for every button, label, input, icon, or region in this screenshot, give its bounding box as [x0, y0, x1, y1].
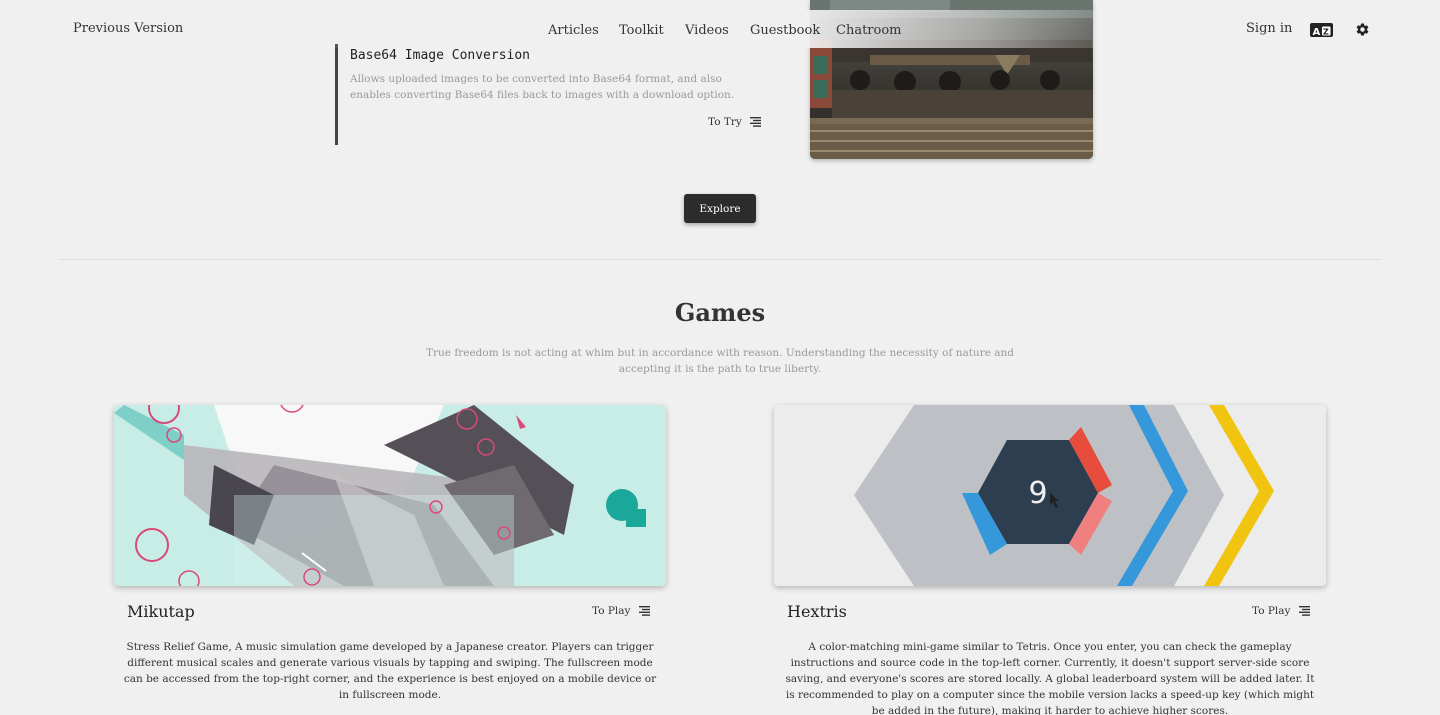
- hextris-image: 9: [774, 405, 1326, 586]
- gear-icon[interactable]: [1355, 22, 1370, 37]
- hextris-description: A color-matching mini-game similar to Te…: [785, 641, 1315, 715]
- hextris-play-button[interactable]: To Play: [1252, 605, 1310, 617]
- to-try-button[interactable]: To Try: [708, 116, 762, 128]
- sign-in-link[interactable]: Sign in: [1246, 21, 1292, 36]
- mikutap-description: Stress Relief Game, A music simulation g…: [123, 641, 657, 701]
- hextris-title[interactable]: Hextris: [787, 602, 847, 621]
- translate-icon[interactable]: A Z: [1310, 23, 1333, 38]
- top-navigation: Previous Version Articles Toolkit Videos…: [0, 0, 1440, 60]
- score-label: 9: [1028, 476, 1047, 511]
- mikutap-card[interactable]: [114, 405, 666, 586]
- list-icon: [750, 117, 762, 127]
- previous-version-link[interactable]: Previous Version: [73, 21, 183, 36]
- play-label: To Play: [592, 605, 631, 617]
- mikutap-image: [114, 405, 666, 586]
- svg-text:A: A: [1313, 27, 1321, 38]
- feature-description: Allows uploaded images to be converted i…: [350, 73, 735, 101]
- nav-guestbook[interactable]: Guestbook: [750, 23, 820, 38]
- hextris-card[interactable]: 9: [774, 405, 1326, 586]
- list-icon: [638, 606, 650, 616]
- games-subtitle: True freedom is not acting at whim but i…: [425, 347, 1015, 375]
- list-icon: [1298, 606, 1310, 616]
- to-try-label: To Try: [708, 116, 742, 128]
- section-divider: [60, 259, 1380, 260]
- play-label: To Play: [1252, 605, 1291, 617]
- games-title: Games: [674, 298, 766, 327]
- mikutap-play-button[interactable]: To Play: [592, 605, 650, 617]
- explore-button[interactable]: Explore: [684, 194, 756, 223]
- nav-toolkit[interactable]: Toolkit: [619, 23, 664, 38]
- main-nav: Articles Toolkit Videos Guestbook Chatro…: [310, 10, 1150, 48]
- nav-videos[interactable]: Videos: [685, 23, 729, 38]
- svg-text:Z: Z: [1323, 28, 1329, 37]
- nav-chatroom[interactable]: Chatroom: [836, 23, 902, 38]
- nav-articles[interactable]: Articles: [548, 23, 599, 38]
- mikutap-title[interactable]: Mikutap: [127, 602, 195, 621]
